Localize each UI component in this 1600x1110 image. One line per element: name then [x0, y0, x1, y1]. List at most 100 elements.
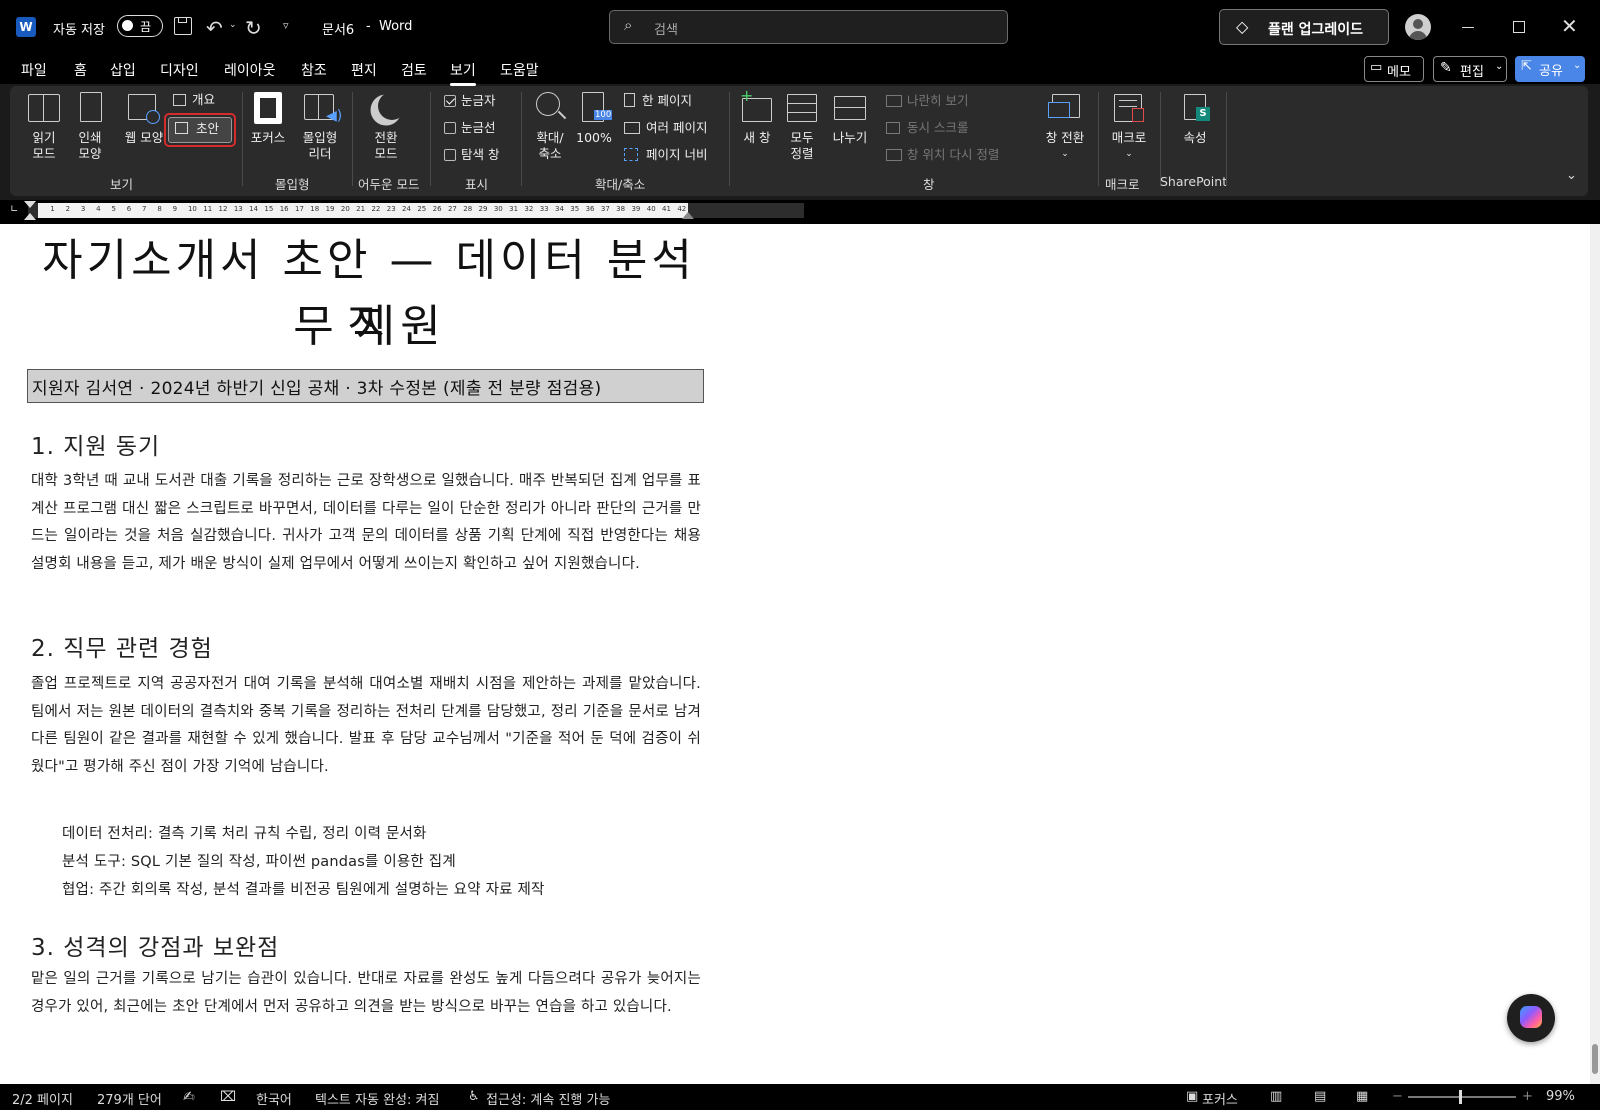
switch-modes-button[interactable]: 전환 모드 — [364, 90, 408, 164]
focus-icon: ▣ — [1186, 1089, 1199, 1104]
immersive-reader-button[interactable]: ◀) 몰입형 리더 — [296, 90, 344, 164]
maximize-icon[interactable] — [1513, 21, 1525, 33]
accessibility-status[interactable]: 접근성: 계속 진행 가능 — [486, 1089, 610, 1108]
page-icon — [80, 92, 102, 122]
split-button[interactable]: 나누기 — [828, 90, 872, 150]
macros-button[interactable]: 매크로 ⌄ — [1104, 90, 1154, 164]
focus-mode[interactable]: 포커스 — [1202, 1089, 1238, 1108]
redo-icon[interactable]: ↻ — [245, 16, 262, 40]
ribbon-view: 읽기 모드 인쇄 모양 웹 모양 개요 초안 보기 포커스 ◀) 몰입형 리더 몰입형… — [10, 86, 1588, 196]
outline-button[interactable]: 개요 — [173, 92, 215, 108]
section-heading-1: 1. 지원 동기 — [31, 434, 161, 460]
undo-dropdown-icon[interactable]: ⌄ — [229, 20, 237, 30]
comments-button[interactable]: ▭ 메모 — [1364, 56, 1424, 82]
properties-button[interactable]: S 속성 — [1172, 90, 1220, 150]
copilot-button[interactable] — [1507, 994, 1555, 1042]
zoom-slider[interactable] — [1408, 1090, 1516, 1104]
macros-label: 매크로 — [1111, 130, 1147, 145]
group-separator — [1160, 92, 1161, 186]
vertical-scrollbar[interactable] — [1590, 224, 1600, 1084]
print-layout-button[interactable]: 인쇄 모양 — [70, 90, 110, 164]
undo-icon[interactable]: ↶ — [206, 16, 223, 40]
tab-review[interactable]: 검토 — [401, 60, 427, 80]
web-layout-icon[interactable]: ▦ — [1356, 1089, 1368, 1104]
gridlines-checkbox[interactable]: 눈금선 — [444, 120, 496, 136]
navpane-checkbox[interactable]: 탐색 창 — [444, 147, 499, 163]
ruler-checkbox[interactable]: 눈금자 — [444, 93, 496, 109]
zoom-100-button[interactable]: 100 100% — [574, 90, 614, 150]
zoom-level[interactable]: 99% — [1546, 1089, 1575, 1104]
hanging-indent-marker[interactable] — [24, 213, 36, 220]
save-icon[interactable] — [174, 17, 192, 35]
reset-position-icon — [886, 149, 902, 161]
plus-icon: + — [740, 86, 754, 105]
arrange-all-button[interactable]: 모두 정렬 — [782, 90, 822, 164]
upgrade-button[interactable]: ◇ 플랜 업그레이드 — [1219, 9, 1389, 45]
editing-button[interactable]: ✎ 편집 ⌄ — [1433, 56, 1507, 82]
track-changes-icon[interactable]: ⌧ — [220, 1089, 236, 1105]
accessibility-icon: ♿ — [468, 1089, 480, 1104]
scrollbar-thumb[interactable] — [1592, 1044, 1598, 1074]
tab-help[interactable]: 도움말 — [500, 60, 539, 80]
reset-position-button[interactable]: 창 위치 다시 정렬 — [886, 147, 999, 163]
draft-button[interactable]: 초안 — [164, 113, 236, 147]
tab-home[interactable]: 홈 — [74, 60, 87, 80]
search-placeholder: 검색 — [654, 23, 678, 38]
zoom-in-icon[interactable]: + — [1522, 1089, 1533, 1104]
tab-file[interactable]: 파일 — [21, 60, 47, 80]
read-mode-button[interactable]: 읽기 모드 — [24, 90, 64, 164]
zoom-label: 확대/축소 — [528, 130, 572, 162]
autosave-toggle[interactable]: 끔 — [117, 15, 163, 37]
page-width-button[interactable]: 페이지 너비 — [624, 147, 707, 163]
tab-selector-icon[interactable]: ∟ — [10, 204, 18, 215]
focus-button[interactable]: 포커스 — [248, 90, 292, 150]
side-by-side-button[interactable]: 나란히 보기 — [886, 93, 968, 109]
zoom-slider-thumb[interactable] — [1459, 1090, 1462, 1104]
language[interactable]: 한국어 — [256, 1089, 292, 1108]
tab-view[interactable]: 보기 — [450, 60, 476, 86]
read-mode-icon[interactable]: ▥ — [1270, 1089, 1282, 1104]
customize-qat-icon[interactable]: ▿ — [283, 19, 289, 32]
label-line: 전환 — [374, 130, 398, 145]
ruler-tick-label: 12 — [218, 205, 228, 213]
proofing-icon[interactable]: ✍ — [183, 1089, 195, 1105]
page-count[interactable]: 2/2 페이지 — [12, 1089, 73, 1108]
collapse-ribbon-icon[interactable]: ⌄ — [1566, 168, 1577, 183]
tab-layout[interactable]: 레이아웃 — [224, 60, 276, 80]
switch-windows-button[interactable]: 창 전환 ⌄ — [1040, 90, 1090, 164]
zoom-button[interactable]: 확대/축소 — [528, 90, 572, 164]
tab-design[interactable]: 디자인 — [160, 60, 199, 80]
share-button[interactable]: ⇱ 공유 ⌄ — [1515, 56, 1585, 82]
web-layout-button[interactable]: 웹 모양 — [116, 90, 168, 164]
ruler-tick-label: 5 — [111, 205, 116, 213]
tab-insert[interactable]: 삽입 — [110, 60, 136, 80]
group-separator — [521, 92, 522, 186]
tab-references[interactable]: 참조 — [301, 60, 327, 80]
autocomplete-status[interactable]: 텍스트 자동 완성: 켜짐 — [315, 1089, 439, 1108]
ruler-tick-label: 36 — [585, 205, 595, 213]
word-count[interactable]: 279개 단어 — [97, 1089, 162, 1108]
minimize-icon[interactable] — [1462, 27, 1474, 28]
share-label: 공유 — [1539, 64, 1563, 79]
search-box[interactable]: ⌕ 검색 — [609, 10, 1008, 44]
outline-label: 개요 — [192, 92, 216, 107]
ruler-tick-label: 7 — [142, 205, 147, 213]
zoom-out-icon[interactable]: − — [1392, 1089, 1403, 1104]
ruler-tick-label: 38 — [616, 205, 626, 213]
ruler-tick-label: 27 — [447, 205, 457, 213]
account-avatar[interactable] — [1405, 14, 1431, 40]
multiple-pages-button[interactable]: 여러 페이지 — [624, 120, 707, 136]
print-layout-icon[interactable]: ▤ — [1314, 1089, 1326, 1104]
new-window-button[interactable]: + 새 창 — [736, 86, 776, 150]
sync-scroll-button[interactable]: 동시 스크롤 — [886, 120, 968, 136]
label-line: 몰입형 — [302, 130, 338, 145]
left-indent-marker[interactable] — [24, 201, 36, 208]
right-indent-marker[interactable] — [682, 212, 694, 219]
draft-icon — [175, 122, 188, 134]
document-area[interactable]: 자기소개서 초안 — 데이터 분석 직 무 지원 지원자 김서연 · 2024년… — [0, 224, 1600, 1084]
close-icon[interactable]: ✕ — [1561, 14, 1578, 38]
tab-mailings[interactable]: 편지 — [351, 60, 377, 80]
horizontal-ruler[interactable]: 1 2 3 4 5 6 7 8 9 10 11 12 13 14 15 16 17 18 19 20 21 22 23 24 2… — [24, 201, 804, 220]
draft-label: 초안 — [196, 121, 220, 136]
one-page-button[interactable]: 한 페이지 — [624, 93, 692, 109]
